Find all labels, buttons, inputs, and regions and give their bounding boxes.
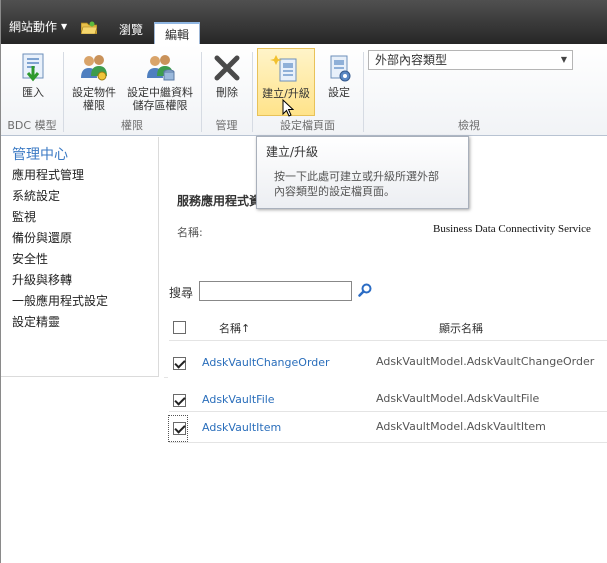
site-actions-menu[interactable]: 網站動作 ▼	[5, 16, 71, 38]
nav-heading-central-admin[interactable]: 管理中心	[12, 144, 68, 164]
search-input[interactable]	[199, 281, 352, 301]
name-label: 名稱:	[177, 226, 203, 239]
dropdown-caret-icon: ▼	[61, 22, 68, 31]
sort-ascending-icon: ↑	[241, 322, 251, 335]
search-label: 搜尋	[169, 286, 194, 300]
tab-browse[interactable]: 瀏覽	[113, 19, 149, 41]
nav-item-configuration-wizards[interactable]: 設定精靈	[12, 313, 60, 330]
row-marker	[164, 377, 168, 378]
delete-button[interactable]: 刪除	[206, 52, 248, 99]
tooltip-title: 建立/升級	[266, 145, 319, 159]
nav-item-general-app-settings[interactable]: 一般應用程式設定	[12, 292, 108, 309]
set-object-permissions-label-1: 設定物件	[72, 86, 116, 99]
settings-page-icon	[330, 55, 351, 82]
chevron-down-icon: ▼	[560, 55, 567, 64]
group-label-view: 檢視	[458, 119, 480, 132]
group-label-profile-pages: 設定檔頁面	[280, 119, 335, 132]
view-select-value: 外部內容類型	[375, 53, 448, 67]
nav-item-security[interactable]: 安全性	[12, 250, 48, 267]
set-object-permissions-label-2: 權限	[83, 99, 105, 112]
create-upgrade-tooltip: 建立/升級 按一下此處可建立或升級所選外部 內容類型的設定檔頁面。	[256, 136, 469, 209]
tooltip-body-line-2: 內容類型的設定檔頁面。	[274, 185, 395, 198]
people-db-icon	[147, 55, 175, 81]
top-bar: 網站動作 ▼ 瀏覽 編輯	[1, 0, 607, 44]
column-header-name[interactable]: 名稱↑	[219, 320, 250, 336]
select-all-checkbox[interactable]	[173, 321, 186, 334]
set-metadata-store-permissions-button[interactable]: 設定中繼資料 儲存區權限	[123, 52, 197, 112]
nav-item-system-settings[interactable]: 系統設定	[12, 187, 60, 204]
group-label-permissions: 權限	[121, 119, 143, 132]
people-key-icon	[81, 55, 107, 81]
cursor-arrow-icon	[282, 99, 294, 117]
tooltip-body-line-1: 按一下此處可建立或升級所選外部	[274, 170, 439, 183]
create-upgrade-button[interactable]: 建立/升級	[257, 48, 315, 117]
view-select[interactable]: 外部內容類型 ▼	[368, 50, 573, 70]
ribbon: 匯入 設定物件 權限 設定中繼資料 儲存區權限 刪除 建立/升級 設定 外部內容…	[1, 44, 607, 136]
row-checkbox[interactable]	[173, 357, 186, 370]
set-metadata-permissions-label-1: 設定中繼資料	[127, 86, 193, 99]
import-label: 匯入	[22, 86, 44, 99]
service-application-title: 服務應用程式資	[177, 194, 262, 208]
quick-launch-nav: 管理中心 應用程式管理 系統設定 監視 備份與還原 安全性 升級與移轉 一般應用…	[1, 137, 159, 377]
search-icon[interactable]	[358, 283, 372, 297]
name-value: Business Data Connectivity Service	[433, 223, 591, 235]
row-name-link[interactable]: AdskVaultItem	[202, 421, 281, 434]
row-name-link[interactable]: AdskVaultChangeOrder	[202, 356, 330, 369]
row-checkbox[interactable]	[173, 394, 186, 407]
tooltip-body: 按一下此處可建立或升級所選外部 內容類型的設定檔頁面。	[274, 169, 462, 199]
delete-label: 刪除	[216, 86, 238, 99]
settings-button[interactable]: 設定	[319, 52, 359, 99]
row-display-name: AdskVaultModel.AdskVaultItem	[376, 420, 546, 433]
nav-item-monitoring[interactable]: 監視	[12, 208, 36, 225]
row-divider	[169, 340, 607, 341]
group-label-bdc-model: BDC 模型	[7, 119, 57, 132]
column-header-name-label: 名稱	[219, 322, 241, 335]
bdc-service-page: 網站動作 ▼ 瀏覽 編輯 匯入 設定物件 權限 設定中繼資料 儲存區權限 刪除 …	[0, 0, 607, 563]
nav-item-backup-restore[interactable]: 備份與還原	[12, 229, 72, 246]
column-header-display-name[interactable]: 顯示名稱	[439, 320, 483, 336]
row-checkbox[interactable]	[173, 422, 186, 435]
nav-item-upgrade-migration[interactable]: 升級與移轉	[12, 271, 72, 288]
row-divider	[169, 442, 607, 443]
row-divider	[169, 411, 607, 412]
nav-item-application-management[interactable]: 應用程式管理	[12, 166, 84, 183]
import-button[interactable]: 匯入	[7, 52, 59, 99]
row-display-name: AdskVaultModel.AdskVaultChangeOrder	[376, 355, 595, 368]
delete-x-icon	[214, 55, 240, 81]
row-name-link[interactable]: AdskVaultFile	[202, 393, 275, 406]
import-icon	[22, 53, 44, 82]
tab-edit[interactable]: 編輯	[154, 22, 200, 44]
row-display-name: AdskVaultModel.AdskVaultFile	[376, 392, 540, 405]
folder-icon[interactable]	[81, 21, 97, 34]
create-page-icon	[270, 55, 297, 82]
set-metadata-permissions-label-2: 儲存區權限	[132, 99, 188, 112]
settings-label: 設定	[328, 86, 350, 99]
site-actions-label: 網站動作	[9, 20, 58, 34]
group-label-manage: 管理	[215, 119, 238, 132]
set-object-permissions-button[interactable]: 設定物件 權限	[67, 52, 121, 112]
